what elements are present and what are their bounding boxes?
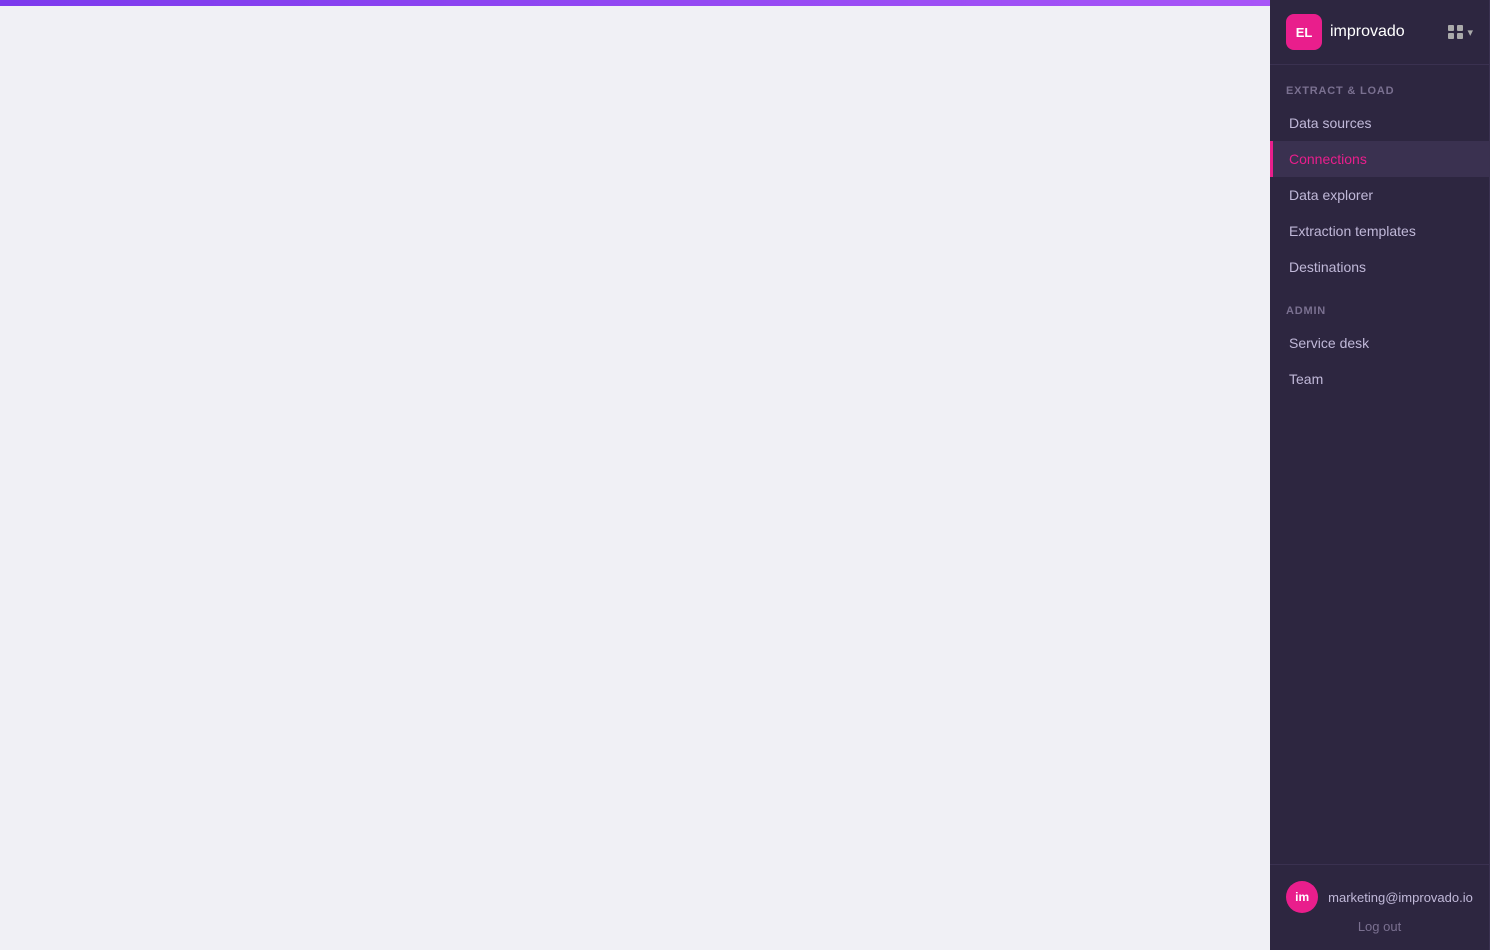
sidebar-item-team[interactable]: Team [1270,361,1489,397]
avatar: im [1286,881,1318,913]
sidebar-item-label: Data explorer [1289,187,1373,203]
sidebar-header: EL improvado ▾ [1270,0,1489,65]
sidebar-item-extraction-templates[interactable]: Extraction templates [1270,213,1489,249]
sidebar-item-label: Destinations [1289,259,1366,275]
sidebar-item-destinations[interactable]: Destinations [1270,249,1489,285]
logo-badge: EL [1286,14,1322,50]
sidebar-item-data-sources[interactable]: Data sources [1270,105,1489,141]
top-accent-bar [0,0,1270,6]
sidebar-item-label: Extraction templates [1289,223,1416,239]
section-label-admin: ADMIN [1270,285,1489,325]
sidebar-item-data-explorer[interactable]: Data explorer [1270,177,1489,213]
sidebar-bottom: im marketing@improvado.io Log out [1270,864,1489,950]
logout-link[interactable]: Log out [1358,919,1401,934]
logo-name: improvado [1330,23,1405,41]
sidebar-item-connections[interactable]: Connections [1270,141,1489,177]
sidebar-item-label: Service desk [1289,335,1369,351]
user-info: im marketing@improvado.io [1286,881,1473,913]
chevron-down-icon: ▾ [1467,26,1473,39]
sidebar-item-label: Data sources [1289,115,1371,131]
sidebar-item-service-desk[interactable]: Service desk [1270,325,1489,361]
sidebar: EL improvado ▾ EXTRACT & LOAD Data sourc… [1270,0,1490,950]
sidebar-item-label: Team [1289,371,1323,387]
sidebar-item-label: Connections [1289,151,1367,167]
grid-icon[interactable]: ▾ [1448,25,1473,39]
section-label-extract: EXTRACT & LOAD [1270,65,1489,105]
user-email: marketing@improvado.io [1328,890,1473,905]
